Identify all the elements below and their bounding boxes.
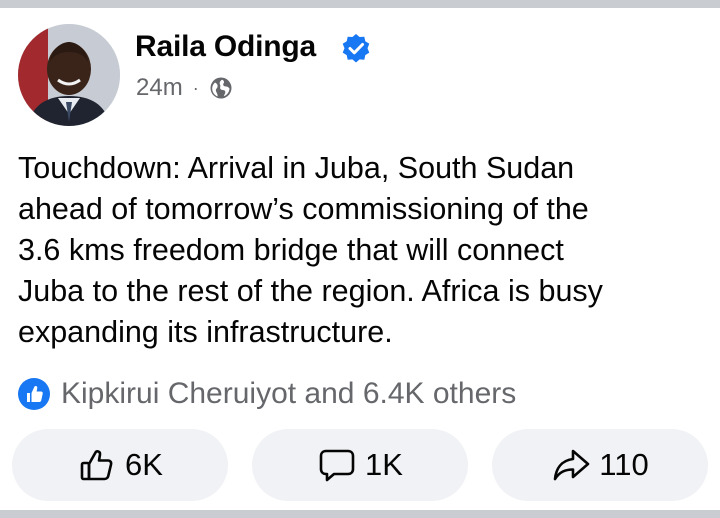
meta-separator: · [192,77,199,98]
verified-badge-icon [342,34,370,63]
reactions-text[interactable]: Kipkirui Cheruiyot and 6.4K others [61,377,516,411]
share-button[interactable]: 110 [492,429,708,501]
reactions-summary[interactable]: Kipkirui Cheruiyot and 6.4K others [17,375,516,413]
comment-icon [319,449,355,482]
author-name[interactable]: Raila Odinga [135,30,316,64]
post-time[interactable]: 24m [136,74,183,102]
like-button[interactable]: 6K [12,429,228,501]
post-text: Touchdown: Arrival in Juba, South Sudan … [18,151,603,349]
like-badge-icon [18,378,50,410]
bottom-separator [0,510,720,518]
post-meta: 24m · [136,74,233,102]
share-count: 110 [599,447,649,482]
globe-icon [210,77,232,99]
thumbs-up-icon [80,450,113,481]
comment-count: 1K [365,447,403,482]
top-separator [0,0,720,8]
comment-button[interactable]: 1K [252,429,468,501]
avatar[interactable] [18,24,120,126]
share-arrow-icon [553,449,590,481]
like-count: 6K [125,447,163,482]
